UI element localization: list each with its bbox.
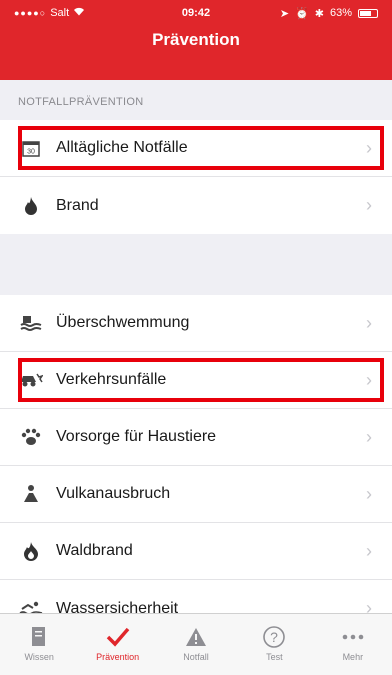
tab-mehr[interactable]: Mehr <box>314 614 392 675</box>
chevron-right-icon: › <box>366 137 372 158</box>
chevron-right-icon: › <box>366 483 372 504</box>
list-item-waldbrand[interactable]: Waldbrand › <box>0 523 392 580</box>
paw-icon <box>18 424 44 450</box>
chevron-right-icon: › <box>366 369 372 390</box>
status-bar: ●●●●○ Salt 09:42 ➤ ⏰ ✱ 63% <box>0 0 392 26</box>
tab-notfall[interactable]: Notfall <box>157 614 235 675</box>
calendar-icon: 30 <box>18 135 44 161</box>
more-icon <box>341 622 365 652</box>
tab-label: Notfall <box>183 652 209 662</box>
list-item-label: Brand <box>56 196 99 214</box>
svg-text:30: 30 <box>27 149 35 156</box>
list-item-label: Vulkanausbruch <box>56 485 171 502</box>
battery-icon <box>358 8 378 18</box>
tab-label: Wissen <box>24 652 54 662</box>
list-item-label: Alltägliche Notfälle <box>56 139 188 156</box>
car-crash-icon <box>18 367 44 393</box>
tab-label: Mehr <box>342 652 364 662</box>
tab-praevention[interactable]: Prävention <box>78 614 156 675</box>
list-group-2: Überschwemmung › Verkehrsunfälle › Vorso… <box>0 295 392 637</box>
list-item-verkehrsunfaelle[interactable]: Verkehrsunfälle › <box>0 352 392 409</box>
volcano-icon <box>18 481 44 507</box>
list-item-alltaegliche-notfaelle[interactable]: 30 Alltägliche Notfälle › <box>0 120 392 177</box>
warning-icon <box>184 622 208 652</box>
clock: 09:42 <box>181 7 211 19</box>
tab-bar: Wissen Prävention Notfall ? Test Mehr <box>0 613 392 675</box>
section-header: NOTFALLPRÄVENTION <box>18 96 144 108</box>
fire-icon <box>18 193 44 219</box>
list-group-1: 30 Alltägliche Notfälle › Brand › <box>0 120 392 234</box>
question-icon: ? <box>262 622 286 652</box>
list-item-ueberschwemmung[interactable]: Überschwemmung › <box>0 295 392 352</box>
tab-label: Prävention <box>96 652 140 662</box>
chevron-right-icon: › <box>366 540 372 561</box>
wildfire-icon <box>18 538 44 564</box>
list-item-label: Waldbrand <box>56 542 133 559</box>
chevron-right-icon: › <box>366 195 372 215</box>
flood-icon <box>18 310 44 336</box>
list-item-brand[interactable]: Brand › <box>0 177 392 234</box>
book-icon <box>30 622 48 652</box>
svg-text:?: ? <box>271 629 279 645</box>
page-title: Prävention <box>152 30 240 49</box>
list-item-label: Vorsorge für Haustiere <box>56 428 217 445</box>
tab-wissen[interactable]: Wissen <box>0 614 78 675</box>
checkmark-icon <box>105 622 131 652</box>
list-item-label: Verkehrsunfälle <box>56 371 167 388</box>
tab-label: Test <box>266 652 283 662</box>
list-item-vulkanausbruch[interactable]: Vulkanausbruch › <box>0 466 392 523</box>
chevron-right-icon: › <box>366 312 372 333</box>
list-item-label: Überschwemmung <box>56 314 190 331</box>
list-item-haustiere[interactable]: Vorsorge für Haustiere › <box>0 409 392 466</box>
nav-header: ●●●●○ Salt 09:42 ➤ ⏰ ✱ 63% Prävention <box>0 0 392 80</box>
tab-test[interactable]: ? Test <box>235 614 313 675</box>
chevron-right-icon: › <box>366 426 372 447</box>
